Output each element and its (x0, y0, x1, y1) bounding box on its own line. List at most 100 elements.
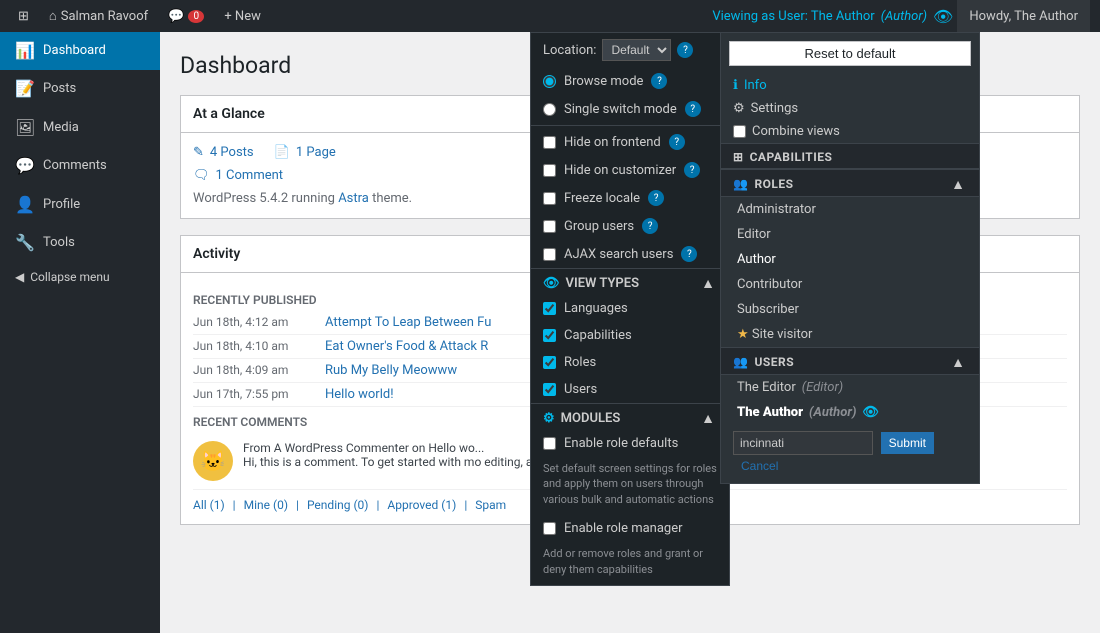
sd-hide-frontend-row[interactable]: Hide on frontend ? (531, 128, 729, 156)
hide-frontend-info[interactable]: ? (669, 134, 685, 150)
cap-combine-row[interactable]: Combine views (721, 120, 979, 143)
all-link-mine[interactable]: Mine (0) (244, 498, 288, 512)
roles-collapse-btn[interactable]: ▲ (949, 176, 967, 192)
home-icon: ⌂ (49, 8, 57, 24)
user-editor[interactable]: The Editor (Editor) (721, 375, 979, 400)
ajax-search-checkbox[interactable] (543, 248, 556, 261)
all-link-spam[interactable]: Spam (475, 498, 506, 512)
users-section-title: 👥 USERS (733, 355, 794, 369)
adminbar-home[interactable]: ⌂ Salman Ravoof (41, 0, 156, 32)
all-link-all[interactable]: All (1) (193, 498, 225, 512)
users-checkbox[interactable] (543, 383, 556, 396)
theme-link[interactable]: Astra (338, 191, 369, 206)
sidebar-item-media[interactable]: 🖼 Media (0, 109, 160, 147)
sidebar-item-tools[interactable]: 🔧 Tools (0, 224, 160, 262)
hide-frontend-checkbox[interactable] (543, 136, 556, 149)
sd-single-switch-row[interactable]: Single switch mode ? (531, 95, 729, 123)
cap-settings-row[interactable]: ⚙ Settings (721, 97, 979, 120)
sd-group-users-row[interactable]: Group users ? (531, 212, 729, 240)
role-author[interactable]: Author (721, 247, 979, 272)
modules-collapse-btn[interactable]: ▲ (699, 410, 717, 426)
hide-customizer-info[interactable]: ? (684, 162, 700, 178)
layout: 📊 Dashboard 📝 Posts 🖼 Media 💬 Comments 👤… (0, 32, 1100, 633)
enable-role-manager-checkbox[interactable] (543, 522, 556, 535)
freeze-locale-checkbox[interactable] (543, 192, 556, 205)
comment-author-link[interactable]: From A WordPress Commenter (243, 441, 409, 455)
cap-submit-button[interactable]: Submit (881, 432, 934, 454)
role-contributor[interactable]: Contributor (721, 272, 979, 297)
sidebar-item-dashboard[interactable]: 📊 Dashboard (0, 32, 160, 70)
activity-link-2[interactable]: Eat Owner's Food & Attack R (325, 339, 488, 354)
location-info-btn[interactable]: ? (677, 42, 693, 58)
info-circle-icon: ℹ (733, 78, 738, 93)
combine-views-checkbox[interactable] (733, 125, 746, 138)
glance-pages[interactable]: 📄 1 Page (274, 145, 336, 160)
modules-section: ⚙ MODULES ▲ (531, 403, 729, 430)
all-link-pending[interactable]: Pending (0) (307, 498, 369, 512)
cap-info-row[interactable]: ℹ Info (721, 74, 979, 97)
sd-freeze-locale-row[interactable]: Freeze locale ? (531, 184, 729, 212)
ajax-search-info[interactable]: ? (681, 246, 697, 262)
hide-customizer-checkbox[interactable] (543, 164, 556, 177)
capabilities-checkbox[interactable] (543, 329, 556, 342)
sd-capabilities-row[interactable]: Capabilities (531, 322, 729, 349)
cap-search-input[interactable] (733, 431, 873, 455)
user-author[interactable]: The Author (Author) 👁 (721, 400, 979, 425)
sd-users-row[interactable]: Users (531, 376, 729, 403)
sidebar-collapse[interactable]: ◀ Collapse menu (0, 262, 160, 292)
freeze-locale-info[interactable]: ? (648, 190, 664, 206)
modules-title: ⚙ MODULES (543, 411, 620, 426)
tools-icon: 🔧 (15, 232, 35, 254)
role-editor[interactable]: Editor (721, 222, 979, 247)
sd-ajax-search-row[interactable]: AJAX search users ? (531, 240, 729, 268)
role-site-visitor[interactable]: ★ Site visitor (721, 322, 979, 347)
pages-count: 1 Page (296, 145, 336, 160)
all-link-approved[interactable]: Approved (1) (387, 498, 456, 512)
languages-label: Languages (564, 301, 628, 316)
languages-checkbox[interactable] (543, 302, 556, 315)
adminbar-new[interactable]: + New (216, 0, 269, 32)
sd-roles-row[interactable]: Roles (531, 349, 729, 376)
group-users-info[interactable]: ? (642, 218, 658, 234)
settings-gear-icon: ⚙ (733, 101, 745, 116)
role-subscriber[interactable]: Subscriber (721, 297, 979, 322)
activity-link-1[interactable]: Attempt To Leap Between Fu (325, 315, 491, 330)
adminbar-wp-logo[interactable]: ⊞ (10, 0, 37, 32)
reset-to-default-button[interactable]: Reset to default (729, 41, 971, 66)
location-select[interactable]: Default Left Right Top Bottom (602, 39, 671, 61)
enable-role-defaults-checkbox[interactable] (543, 437, 556, 450)
comment-post-link[interactable]: Hello wo... (428, 441, 484, 455)
glance-posts[interactable]: ✎ 4 Posts (193, 145, 254, 160)
cap-cancel-button[interactable]: Cancel (733, 455, 786, 477)
activity-link-3[interactable]: Rub My Belly Meowww (325, 363, 457, 378)
capabilities-header-label: CAPABILITIES (750, 150, 833, 164)
browse-mode-radio[interactable] (543, 75, 556, 88)
sidebar-item-comments[interactable]: 💬 Comments (0, 147, 160, 185)
glance-comments[interactable]: 🗨 1 Comment (193, 168, 283, 183)
single-switch-info[interactable]: ? (685, 101, 701, 117)
sd-enable-role-manager-row[interactable]: Enable role manager (531, 515, 729, 542)
activity-link-4[interactable]: Hello world! (325, 387, 394, 402)
view-types-collapse-btn[interactable]: ▲ (699, 275, 717, 291)
capabilities-grid-icon: ⊞ (733, 150, 744, 164)
viewing-eye-icon[interactable]: 👁 (933, 7, 953, 26)
roles-checkbox[interactable] (543, 356, 556, 369)
posts-icon: 📝 (15, 78, 35, 100)
sd-location-row: Location: Default Left Right Top Bottom … (531, 33, 729, 67)
sidebar-item-profile[interactable]: 👤 Profile (0, 186, 160, 224)
wp-logo-icon: ⊞ (18, 9, 29, 24)
role-administrator[interactable]: Administrator (721, 197, 979, 222)
users-collapse-btn[interactable]: ▲ (949, 354, 967, 370)
group-users-checkbox[interactable] (543, 220, 556, 233)
sidebar-item-posts[interactable]: 📝 Posts (0, 70, 160, 108)
sd-enable-role-defaults-row[interactable]: Enable role defaults (531, 430, 729, 457)
adminbar-howdy[interactable]: Howdy, The Author (957, 0, 1090, 32)
cap-settings-label: Settings (751, 101, 798, 116)
browse-mode-info[interactable]: ? (651, 73, 667, 89)
adminbar-comments[interactable]: 💬 0 (160, 0, 212, 32)
sd-browse-mode-row[interactable]: Browse mode ? (531, 67, 729, 95)
sd-hide-customizer-row[interactable]: Hide on customizer ? (531, 156, 729, 184)
single-switch-radio[interactable] (543, 103, 556, 116)
sd-languages-row[interactable]: Languages (531, 295, 729, 322)
dashboard-icon: 📊 (15, 40, 35, 62)
